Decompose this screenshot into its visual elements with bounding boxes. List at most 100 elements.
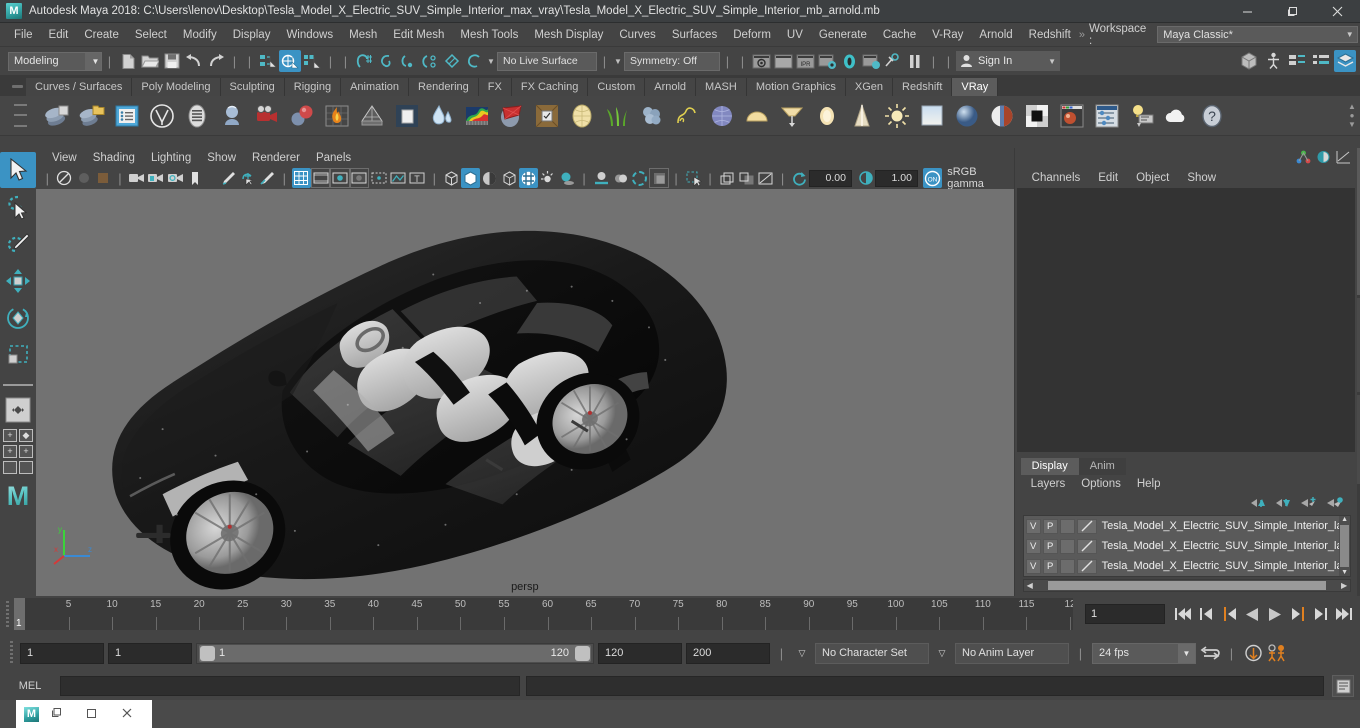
isolate-select-icon[interactable] (683, 168, 702, 188)
layout-two-pane-a[interactable] (3, 461, 17, 474)
vray-save-folder-icon[interactable] (75, 99, 109, 133)
go-to-start-icon[interactable] (1173, 604, 1193, 624)
vray-sun-icon[interactable] (880, 99, 914, 133)
vray-light-lister-icon[interactable] (1125, 99, 1159, 133)
layer-playback-toggle[interactable]: P (1042, 538, 1058, 554)
channel-box-menu-show[interactable]: Show (1178, 170, 1225, 186)
render-settings-button[interactable] (816, 50, 838, 72)
hypershade-button[interactable] (838, 50, 860, 72)
new-layer-from-selected-icon[interactable] (1326, 496, 1343, 512)
paint-select-tool[interactable] (0, 226, 36, 262)
menu-mesh-display[interactable]: Mesh Display (526, 26, 611, 44)
current-frame-field[interactable]: 1 (1085, 604, 1165, 624)
menu-uv[interactable]: UV (779, 26, 811, 44)
gate-mask-icon[interactable] (349, 168, 370, 188)
vray-rect-light-icon[interactable] (775, 99, 809, 133)
color-management-toggle-icon[interactable]: ON (922, 168, 943, 188)
menu-mesh[interactable]: Mesh (341, 26, 385, 44)
vray-checker-icon[interactable] (1020, 99, 1054, 133)
table-row[interactable]: V P Tesla_Model_X_Electric_SUV_Simple_In… (1024, 516, 1350, 536)
channel-box-menu-edit[interactable]: Edit (1089, 170, 1127, 186)
layer-name[interactable]: Tesla_Model_X_Electric_SUV_Simple_Interi… (1099, 560, 1348, 572)
channel-box-icon[interactable] (1316, 150, 1331, 167)
snap-to-grid-button[interactable] (353, 50, 375, 72)
viewport-menu-shading[interactable]: Shading (85, 150, 143, 166)
layout-two-pane-b[interactable] (19, 461, 33, 474)
screen-space-ao-icon[interactable] (591, 168, 610, 188)
display-layer-list[interactable]: V P Tesla_Model_X_Electric_SUV_Simple_In… (1022, 515, 1352, 577)
scroll-left-icon[interactable]: ◀ (1024, 581, 1036, 590)
hud-text-icon[interactable]: T (408, 168, 427, 188)
tab-display-layers[interactable]: Display (1020, 458, 1079, 475)
taskbar-close-button[interactable] (109, 706, 145, 722)
vray-dome-light-icon[interactable] (565, 99, 599, 133)
select-camera-icon[interactable] (55, 168, 74, 188)
shadows-icon[interactable] (557, 168, 576, 188)
xray-mode-icon[interactable] (717, 168, 736, 188)
vray-camera-icon[interactable] (250, 99, 284, 133)
layer-playback-toggle[interactable]: P (1042, 518, 1058, 534)
range-start-field[interactable]: 1 (108, 642, 192, 664)
live-surface-field[interactable]: No Live Surface (497, 51, 597, 71)
character-set-chevron-icon[interactable]: ▽ (793, 648, 811, 659)
command-input[interactable] (60, 676, 520, 696)
viewport-menu-view[interactable]: View (44, 150, 85, 166)
vray-save-icon[interactable] (40, 99, 74, 133)
save-scene-button[interactable] (161, 50, 183, 72)
bookmark-icon[interactable] (185, 168, 204, 188)
snap-to-view-planes-button[interactable] (441, 50, 463, 72)
move-layer-down-icon[interactable] (1275, 496, 1291, 512)
taskbar-maya-window-item[interactable]: M (16, 700, 152, 728)
grid-toggle-icon[interactable] (291, 168, 312, 188)
gamma-reset-icon[interactable] (856, 168, 875, 188)
select-by-hierarchy-button[interactable] (257, 50, 279, 72)
xray-joints-icon[interactable] (737, 168, 756, 188)
symmetry-chevron-icon[interactable]: ▼ (612, 57, 624, 66)
grease-pencil-icon[interactable] (219, 168, 238, 188)
exposure-field[interactable]: 0.00 (809, 169, 852, 187)
menu-redshift[interactable]: Redshift (1021, 26, 1079, 44)
menu-mesh-tools[interactable]: Mesh Tools (452, 26, 526, 44)
lasso-select-tool[interactable] (0, 189, 36, 225)
layout-persp-outliner[interactable]: ◆ (19, 429, 33, 442)
menu-deform[interactable]: Deform (725, 26, 779, 44)
snap-to-point-button[interactable] (397, 50, 419, 72)
layers-menu-layers[interactable]: Layers (1023, 477, 1074, 491)
layer-color-swatch[interactable] (1076, 538, 1097, 554)
menu-arnold[interactable]: Arnold (971, 26, 1020, 44)
gamma-field[interactable]: 1.00 (875, 169, 918, 187)
layers-menu-options[interactable]: Options (1073, 477, 1129, 491)
vray-curve-icon[interactable] (670, 99, 704, 133)
exposure-reset-icon[interactable] (790, 168, 809, 188)
script-editor-icon[interactable] (1332, 675, 1354, 697)
lock-camera-icon[interactable] (127, 168, 146, 188)
viewport-menu-show[interactable]: Show (199, 150, 244, 166)
viewport-menu-renderer[interactable]: Renderer (244, 150, 308, 166)
menu-curves[interactable]: Curves (611, 26, 663, 44)
make-live-button[interactable] (463, 50, 485, 72)
workspace-select[interactable]: Maya Classic* ▼ (1157, 26, 1358, 43)
shelf-tab-xgen[interactable]: XGen (845, 78, 894, 96)
range-slider[interactable]: 1 120 (196, 642, 594, 664)
menu-vray[interactable]: V-Ray (924, 26, 971, 44)
menu-create[interactable]: Create (76, 26, 127, 44)
menu-file[interactable]: File (6, 26, 41, 44)
maximize-button[interactable] (1270, 0, 1315, 23)
vray-dome-icon[interactable] (740, 99, 774, 133)
show-hide-modeling-toolkit-button[interactable] (1238, 50, 1260, 72)
move-layer-up-icon[interactable] (1250, 496, 1266, 512)
menu-edit[interactable]: Edit (41, 26, 77, 44)
layout-persp-graph[interactable]: + (3, 445, 17, 458)
range-slider-grip[interactable] (6, 639, 16, 667)
scroll-up-icon[interactable]: ▲ (1348, 102, 1356, 111)
shelf-tab-rendering[interactable]: Rendering (409, 78, 479, 96)
vray-two-sided-icon[interactable] (985, 99, 1019, 133)
open-scene-button[interactable] (139, 50, 161, 72)
vray-fur-icon[interactable] (495, 99, 529, 133)
sign-in-button[interactable]: Sign In ▼ (956, 51, 1060, 71)
layer-visibility-toggle[interactable]: V (1025, 538, 1041, 554)
menu-set-select[interactable]: Modeling ▼ (8, 51, 102, 71)
show-hide-attribute-editor-button[interactable] (1310, 50, 1332, 72)
layer-list-horizontal-scrollbar[interactable]: ◀ ▶ (1022, 579, 1352, 592)
menu-generate[interactable]: Generate (811, 26, 875, 44)
